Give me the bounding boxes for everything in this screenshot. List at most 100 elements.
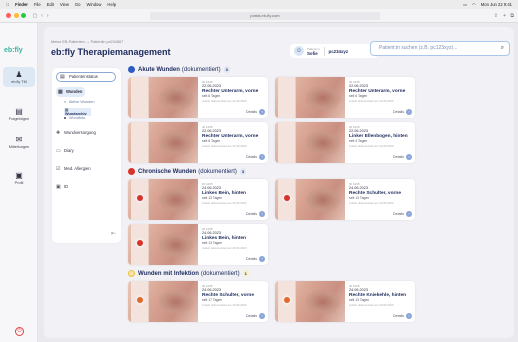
- page-title: eb:fly Therapiemanagement: [51, 47, 171, 57]
- rail-item-questionnaires[interactable]: ▤ Fragebögen: [3, 107, 35, 121]
- share-icon[interactable]: ⇪: [494, 13, 498, 19]
- arrow-right-icon: ›: [259, 313, 265, 319]
- forward-icon[interactable]: ›: [47, 13, 49, 19]
- wound-marker-icon: [135, 193, 145, 203]
- menu-view[interactable]: View: [60, 2, 69, 7]
- back-icon[interactable]: ‹: [41, 13, 43, 19]
- wound-card[interactable]: ID 1235 24.06.2023 Linkes Bein, hinten s…: [128, 179, 268, 220]
- profile-card-icon: ▣: [15, 171, 23, 180]
- wound-marker-icon: [135, 238, 145, 248]
- arrow-right-icon: ›: [259, 256, 265, 262]
- checklist-icon: ☑: [56, 166, 61, 172]
- arrow-right-icon: ›: [259, 154, 265, 160]
- wound-card[interactable]: ID 1235 22.06.2023 Rechter Unterarm, vor…: [128, 77, 268, 118]
- nav-aktive-wunden[interactable]: ≡ Aktive Wunden: [64, 100, 94, 104]
- wound-card[interactable]: ID 1235 22.06.2023 Rechter Unterarm, vor…: [128, 122, 268, 163]
- patient-avatar-icon: ☺: [294, 46, 304, 56]
- wound-photo: [128, 77, 198, 118]
- menu-go[interactable]: Go: [75, 2, 81, 7]
- breadcrumb[interactable]: Meine EB-Patienten → Patientin pc234567: [51, 40, 123, 44]
- rail-item-messages[interactable]: ✉ Mitteilungen: [3, 135, 35, 149]
- details-link[interactable]: Details ›: [246, 211, 265, 217]
- collapse-panel-icon[interactable]: ⇤: [111, 230, 116, 237]
- nav-wundarchiv[interactable]: ▥Wundarchiv: [64, 108, 91, 116]
- section-akute-wunden: Akute Wunden (dokumentiert) 3: [128, 66, 230, 73]
- battery-icon[interactable]: ▭: [463, 2, 467, 7]
- envelope-icon: ✉: [15, 135, 23, 144]
- acute-icon: [128, 66, 135, 73]
- search-icon[interactable]: ⌕: [501, 42, 504, 55]
- nav-wundfoto[interactable]: ◙ Wundfoto: [64, 116, 85, 120]
- wound-card[interactable]: ID 1235 24.06.2023 Rechte Kniekehle, hin…: [275, 281, 415, 322]
- nav-id[interactable]: ▣ ID: [56, 184, 68, 190]
- menu-finder[interactable]: Finder: [15, 2, 28, 7]
- main-content: Meine EB-Patienten → Patientin pc234567 …: [44, 27, 514, 338]
- tabs-overview-icon[interactable]: ⧉: [510, 13, 514, 19]
- menu-edit[interactable]: Edit: [47, 2, 54, 7]
- apple-icon[interactable]: : [6, 2, 9, 7]
- menu-file[interactable]: File: [34, 2, 41, 7]
- menu-window[interactable]: Window: [87, 2, 102, 7]
- arrow-right-icon: ›: [259, 211, 265, 217]
- nav-diary[interactable]: ▭ Diary: [56, 148, 74, 154]
- wound-photo: [275, 122, 345, 163]
- wound-card[interactable]: ID 1235 24.06.2023 Linkes Bein, hinten s…: [128, 224, 268, 265]
- rail-item-profile[interactable]: ▣ Profil: [3, 171, 35, 185]
- person-icon: ♟: [15, 70, 23, 79]
- nav-allergien[interactable]: ☑ Med. Allergien: [56, 166, 91, 172]
- arrow-right-icon: ›: [259, 109, 265, 115]
- arrow-right-icon: ›: [406, 313, 412, 319]
- mac-menubar:  Finder File Edit View Go Window Help ▭…: [0, 0, 518, 9]
- patient-name: Sofie: [307, 50, 318, 56]
- patient-search-input[interactable]: Patient:in suchen (z.B. pc123xyz)... ⌕: [370, 41, 510, 56]
- patient-status-button[interactable]: ▤ Patientenstatus: [56, 72, 116, 82]
- wound-photo: [275, 179, 345, 220]
- wifi-icon[interactable]: ◠: [472, 2, 476, 7]
- details-link[interactable]: Details ›: [393, 211, 412, 217]
- arrow-right-icon: ›: [406, 154, 412, 160]
- bandage-icon: ✚: [56, 130, 61, 136]
- minimize-window-button[interactable]: [13, 13, 19, 18]
- infection-marker-icon: [282, 295, 292, 305]
- app-nav-rail: eb:fly ♟ eb:fly TM ▤ Fragebögen ✉ Mittei…: [0, 23, 38, 342]
- clock[interactable]: Mon Jun 22 9:41: [481, 2, 512, 7]
- wound-photo: [128, 224, 198, 265]
- section-chronische-wunden: Chronische Wunden (dokumentiert) 3: [128, 168, 247, 175]
- arrow-right-icon: ›: [406, 211, 412, 217]
- nav-wundversorgung[interactable]: ✚ Wundversorgung: [56, 130, 96, 136]
- wound-photo: [128, 281, 198, 322]
- wound-photo: [128, 179, 198, 220]
- wound-card[interactable]: ID 1235 24.06.2023 Rechte Schulter, vorn…: [275, 179, 415, 220]
- new-tab-icon[interactable]: +: [503, 13, 506, 19]
- details-link[interactable]: Details ›: [246, 256, 265, 262]
- patient-side-panel: ▤ Patientenstatus ▦ Wunden ≡ Aktive Wunden…: [52, 68, 121, 243]
- details-link[interactable]: Details ›: [393, 109, 412, 115]
- sidebar-toggle-icon[interactable]: ▢: [33, 13, 38, 19]
- wound-photo: [275, 281, 345, 322]
- wound-photo: [275, 77, 345, 118]
- details-link[interactable]: Details ›: [246, 109, 265, 115]
- wound-card[interactable]: ID 1235 24.06.2023 Rechte Schulter, vorn…: [128, 281, 268, 322]
- details-link[interactable]: Details ›: [393, 154, 412, 160]
- maximize-window-button[interactable]: [21, 13, 26, 18]
- logout-power-icon[interactable]: ⏻: [15, 327, 24, 336]
- clipboard-icon: ▤: [60, 74, 65, 80]
- wound-card[interactable]: ID 1235 22.06.2023 Linker Ellenbogen, hi…: [275, 122, 415, 163]
- section-infektion: Wunden mit Infektion (dokumentiert) 1: [128, 270, 249, 277]
- nav-wunden[interactable]: ▦ Wunden: [56, 87, 85, 97]
- details-link[interactable]: Details ›: [246, 313, 265, 319]
- id-card-icon: ▣: [56, 184, 61, 190]
- browser-toolbar: ▢ ‹ › portal.eb-fly.com ⇪ + ⧉: [0, 9, 518, 23]
- patient-id: pc234xyz: [328, 48, 349, 54]
- clipboard-icon: ▤: [15, 107, 23, 116]
- wound-card[interactable]: ID 1235 22.06.2023 Rechter Unterarm, vor…: [275, 77, 415, 118]
- close-window-button[interactable]: [6, 13, 11, 18]
- address-bar[interactable]: portal.eb-fly.com: [150, 12, 380, 20]
- rail-item-therapy[interactable]: ♟ eb:fly TM: [3, 67, 35, 87]
- details-link[interactable]: Details ›: [393, 313, 412, 319]
- wound-photo: [128, 122, 198, 163]
- logo: eb:fly: [4, 47, 23, 54]
- patient-selector[interactable]: ☺ Patient:in Sofie pc234xyz: [290, 44, 378, 58]
- menu-help[interactable]: Help: [107, 2, 116, 7]
- details-link[interactable]: Details ›: [246, 154, 265, 160]
